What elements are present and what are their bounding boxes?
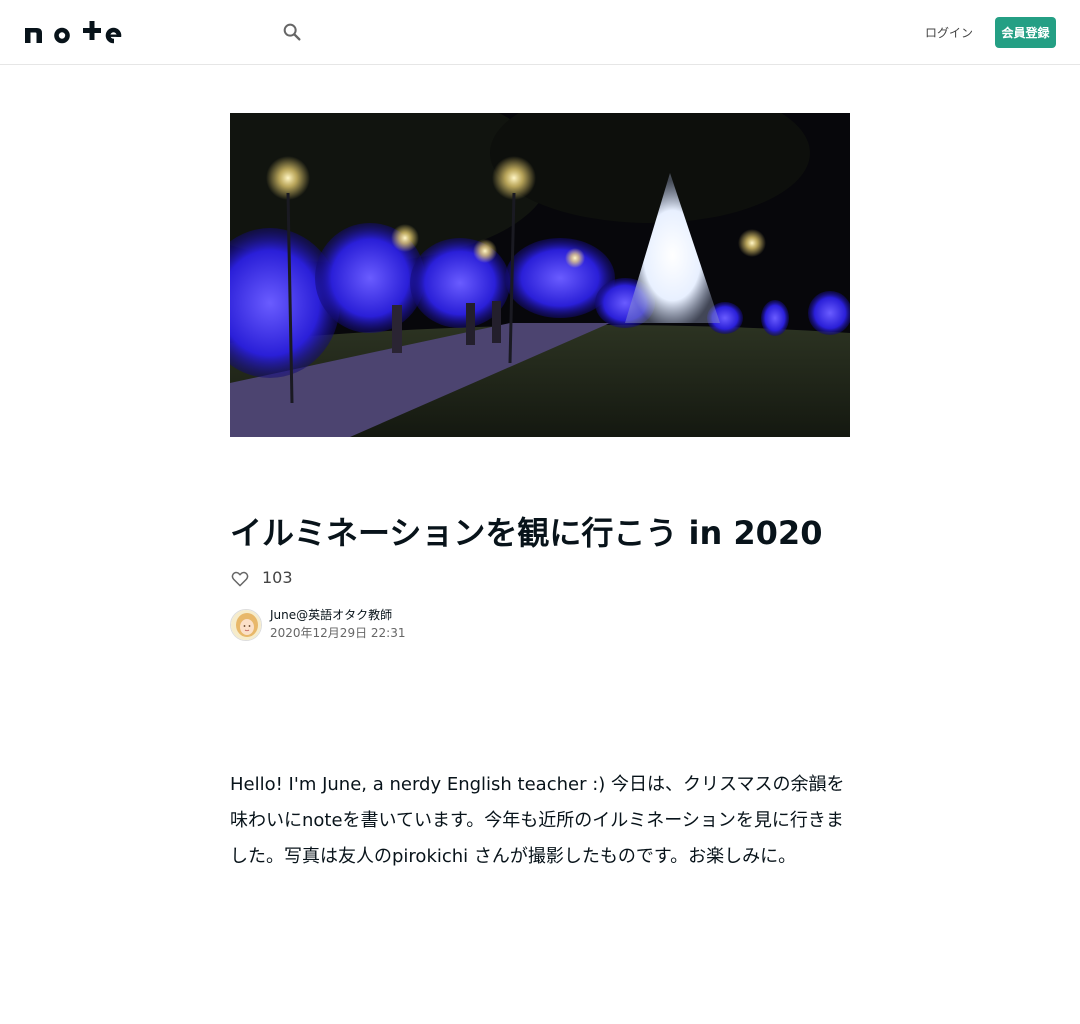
author-name[interactable]: June@英語オタク教師 [270,607,405,624]
avatar[interactable] [230,608,262,641]
note-logo[interactable] [24,20,122,44]
author-block: June@英語オタク教師 2020年12月29日 22:31 [230,607,405,642]
like-count: 103 [262,567,293,587]
author-meta: June@英語オタク教師 2020年12月29日 22:31 [270,607,405,642]
like-row: 103 [230,565,293,589]
search-icon[interactable] [278,18,306,46]
signup-button[interactable]: 会員登録 [995,17,1056,48]
article-hero-image [230,113,850,437]
login-link[interactable]: ログイン [920,20,978,44]
heart-outline-icon[interactable] [230,568,250,588]
site-header: ログイン 会員登録 [0,0,1080,65]
post-date: 2020年12月29日 22:31 [270,626,406,640]
article-body: Hello! I'm June, a nerdy English teacher… [230,774,845,867]
article-title: イルミネーションを観に行こう in 2020 [230,514,823,552]
